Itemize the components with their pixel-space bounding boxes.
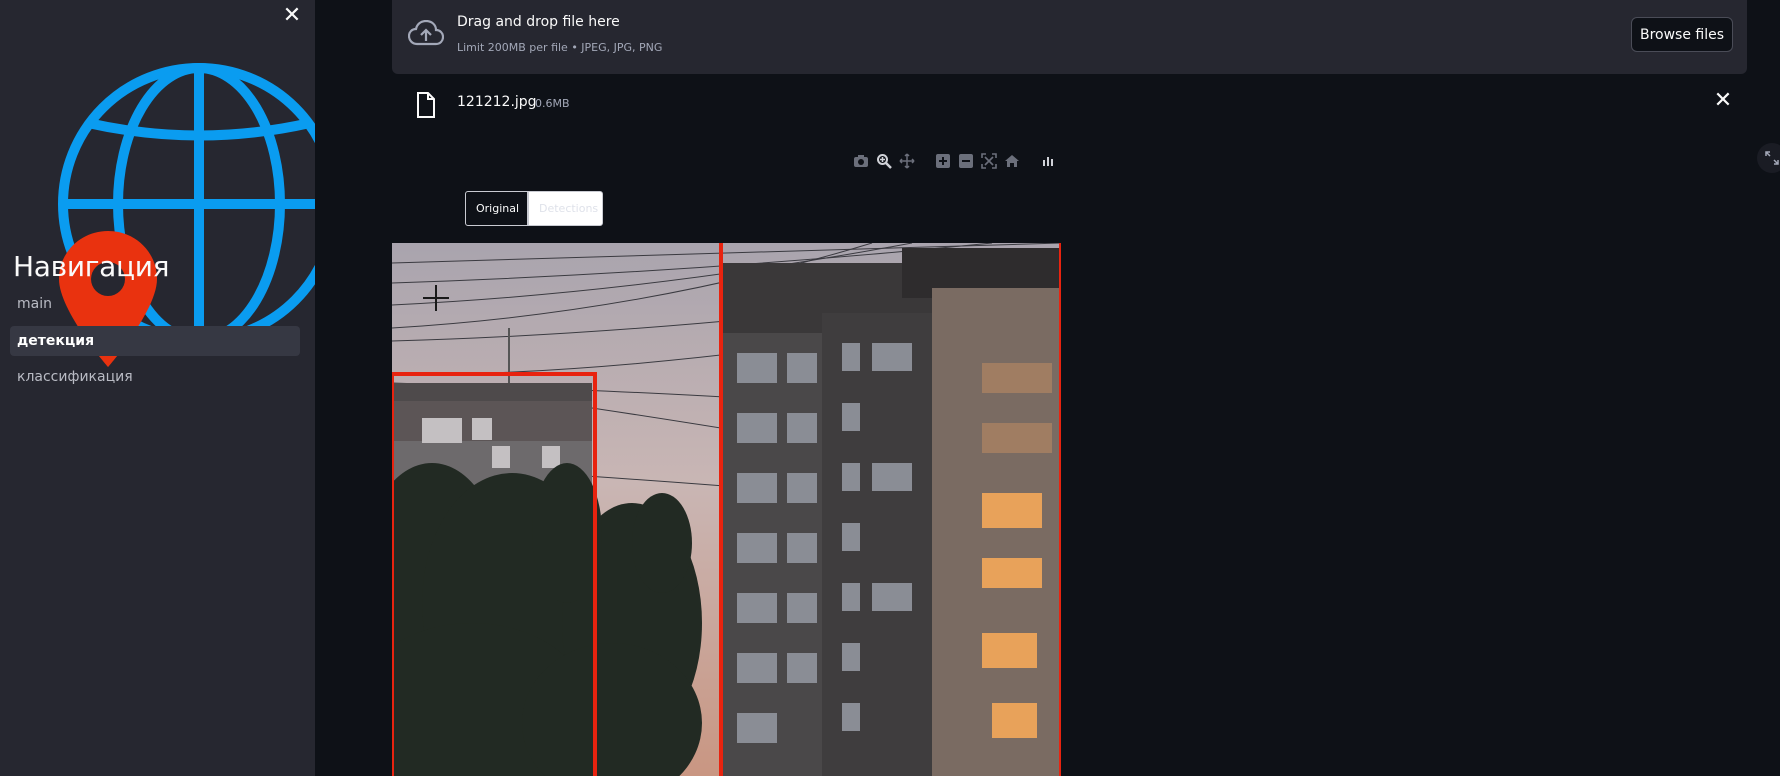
fullscreen-icon[interactable]: [1757, 143, 1780, 173]
uploaded-file-row: 121212.jpg 0.6MB ✕: [392, 84, 1747, 124]
browse-files-button[interactable]: Browse files: [1631, 17, 1733, 52]
file-uploader-dropzone[interactable]: Drag and drop file here Limit 200MB per …: [392, 0, 1747, 74]
home-icon[interactable]: [1003, 152, 1021, 170]
sidebar: ✕ Навигация main детекция классификация: [0, 0, 315, 776]
sidebar-item-classification[interactable]: классификация: [10, 362, 300, 392]
cloud-upload-icon: [408, 20, 444, 46]
plotly-logo-icon[interactable]: [1039, 152, 1057, 170]
sidebar-item-main[interactable]: main: [10, 289, 300, 319]
plot-modebar: [852, 151, 1057, 171]
uploader-subtitle: Limit 200MB per file • JPEG, JPG, PNG: [457, 41, 663, 54]
file-name: 121212.jpg: [457, 94, 537, 110]
uploader-title: Drag and drop file here: [457, 14, 620, 30]
detections-view-button[interactable]: Detections: [528, 191, 603, 226]
view-toggle: Original Detections: [465, 191, 603, 226]
zoom-icon[interactable]: [875, 152, 893, 170]
camera-icon[interactable]: [852, 152, 870, 170]
zoom-in-icon[interactable]: [934, 152, 952, 170]
pan-icon[interactable]: [898, 152, 916, 170]
app-window: ✕ Навигация main детекция классификация …: [0, 0, 1780, 776]
detection-image[interactable]: [392, 243, 1061, 776]
file-icon: [417, 92, 435, 118]
autoscale-icon[interactable]: [980, 152, 998, 170]
nav-title: Навигация: [13, 250, 170, 283]
original-view-button[interactable]: Original: [465, 191, 528, 226]
remove-file-button[interactable]: ✕: [1710, 88, 1736, 114]
zoom-out-icon[interactable]: [957, 152, 975, 170]
sidebar-close-button[interactable]: ✕: [282, 4, 302, 28]
file-size: 0.6MB: [535, 97, 570, 110]
photo-scene: [392, 243, 1061, 776]
sidebar-item-detection[interactable]: детекция: [10, 326, 300, 356]
